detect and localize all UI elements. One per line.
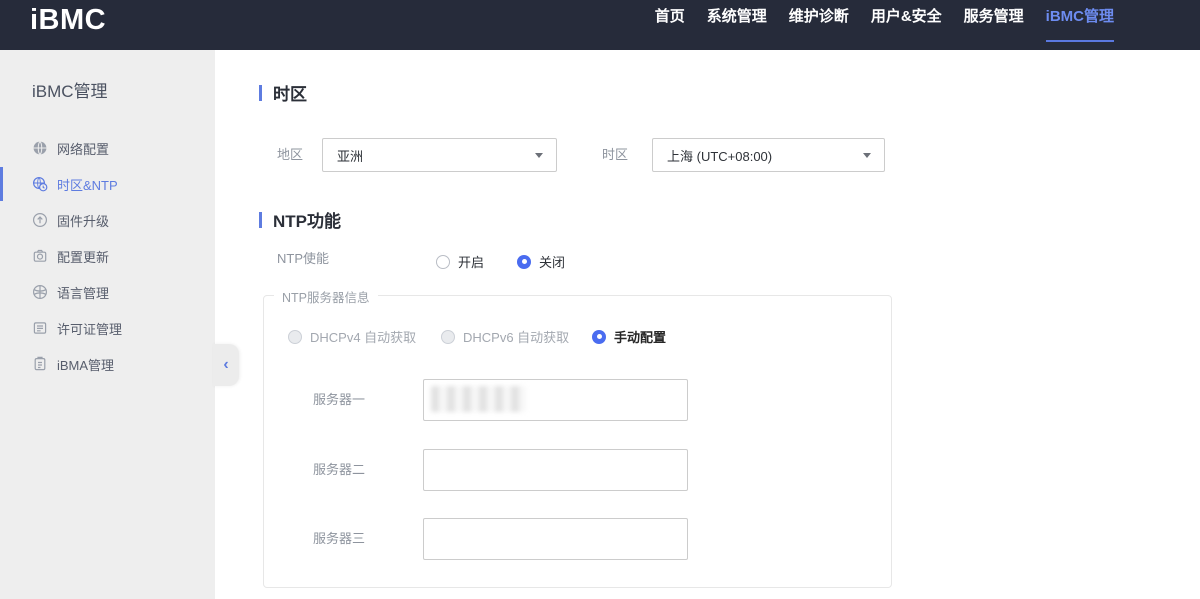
nav-item-user-security[interactable]: 用户&安全 bbox=[871, 0, 942, 50]
sidebar-collapse-button[interactable]: ‹ bbox=[213, 344, 239, 386]
ntp-server-3-input[interactable] bbox=[423, 518, 688, 560]
nav-item-system-management[interactable]: 系统管理 bbox=[707, 0, 767, 50]
dhcpv4-auto-option: DHCPv4 自动获取 bbox=[288, 327, 416, 346]
server-two-label: 服务器二 bbox=[313, 463, 365, 477]
sidebar-item-timezone-ntp[interactable]: 时区&NTP bbox=[0, 166, 215, 202]
timezone-select[interactable]: 上海 (UTC+08:00) bbox=[652, 138, 885, 172]
sidebar-item-language-management[interactable]: 语言管理 bbox=[0, 274, 215, 310]
sidebar-item-firmware-upgrade[interactable]: 固件升级 bbox=[0, 202, 215, 238]
timezone-select-value: 上海 (UTC+08:00) bbox=[667, 146, 772, 165]
ibmc-page: iBMC 首页 系统管理 维护诊断 用户&安全 服务管理 iBMC管理 iBMC… bbox=[0, 0, 1200, 599]
top-navbar: iBMC 首页 系统管理 维护诊断 用户&安全 服务管理 iBMC管理 bbox=[0, 0, 1200, 50]
sidebar-item-label: 配置更新 bbox=[57, 247, 109, 266]
ntp-enable-off-option[interactable]: 关闭 bbox=[517, 252, 565, 271]
ntp-enable-on-label: 开启 bbox=[458, 252, 484, 271]
nav-item-ibmc-management[interactable]: iBMC管理 bbox=[1046, 0, 1114, 50]
region-label: 地区 bbox=[277, 138, 303, 172]
dropdown-caret-icon bbox=[863, 153, 871, 158]
language-globe-icon bbox=[32, 284, 48, 300]
radio-disabled-icon bbox=[288, 330, 302, 344]
timezone-section-title: 时区 bbox=[259, 80, 307, 105]
sidebar-title: iBMC管理 bbox=[32, 77, 215, 102]
ntp-enable-off-label: 关闭 bbox=[539, 252, 565, 271]
server-one-label: 服务器一 bbox=[313, 393, 365, 407]
main-content: 时区 地区 亚洲 时区 上海 (UTC+08:00) NTP功能 NTP使能 开… bbox=[215, 50, 1200, 599]
ibmc-logo[interactable]: iBMC bbox=[30, 2, 106, 38]
chevron-left-icon: ‹ bbox=[223, 356, 228, 374]
timezone-clock-icon bbox=[32, 176, 48, 192]
nav-item-maintenance-diagnostics[interactable]: 维护诊断 bbox=[789, 0, 849, 50]
sidebar-item-config-update[interactable]: 配置更新 bbox=[0, 238, 215, 274]
sidebar-menu: 网络配置 时区&NTP 固件升级 配置更新 bbox=[0, 130, 215, 382]
ntp-server-group-legend: NTP服务器信息 bbox=[274, 287, 378, 306]
clipboard-icon bbox=[32, 356, 48, 372]
sidebar-item-license-management[interactable]: 许可证管理 bbox=[0, 310, 215, 346]
manual-config-label: 手动配置 bbox=[614, 327, 666, 346]
ntp-server-2-input[interactable] bbox=[423, 449, 688, 491]
sidebar-item-label: 许可证管理 bbox=[57, 319, 122, 338]
ntp-enable-on-option[interactable]: 开启 bbox=[436, 252, 484, 271]
redacted-server-value bbox=[431, 386, 526, 412]
radio-unchecked-icon bbox=[436, 255, 450, 269]
dhcpv6-auto-label: DHCPv6 自动获取 bbox=[463, 327, 569, 346]
server-three-label: 服务器三 bbox=[313, 532, 365, 546]
dhcpv4-auto-label: DHCPv4 自动获取 bbox=[310, 327, 416, 346]
sidebar-item-ibma-management[interactable]: iBMA管理 bbox=[0, 346, 215, 382]
sidebar-item-label: iBMA管理 bbox=[57, 355, 114, 374]
region-select-value: 亚洲 bbox=[337, 146, 363, 165]
ntp-server-group: NTP服务器信息 DHCPv4 自动获取 DHCPv6 自动获取 手动配置 服务… bbox=[263, 295, 892, 588]
globe-icon bbox=[32, 140, 48, 156]
ntp-section-title: NTP功能 bbox=[259, 207, 341, 232]
nav-item-service-management[interactable]: 服务管理 bbox=[964, 0, 1024, 50]
sidebar-item-label: 时区&NTP bbox=[57, 175, 118, 194]
firmware-upgrade-icon bbox=[32, 212, 48, 228]
radio-checked-icon bbox=[517, 255, 531, 269]
dhcpv6-auto-option: DHCPv6 自动获取 bbox=[441, 327, 569, 346]
radio-checked-icon bbox=[592, 330, 606, 344]
sidebar-item-label: 语言管理 bbox=[57, 283, 109, 302]
radio-disabled-icon bbox=[441, 330, 455, 344]
timezone-label: 时区 bbox=[602, 138, 628, 172]
sidebar-item-network-config[interactable]: 网络配置 bbox=[0, 130, 215, 166]
sidebar: iBMC管理 网络配置 时区&NTP 固件升级 bbox=[0, 50, 215, 599]
dropdown-caret-icon bbox=[535, 153, 543, 158]
sidebar-item-label: 固件升级 bbox=[57, 211, 109, 230]
region-select[interactable]: 亚洲 bbox=[322, 138, 557, 172]
license-icon bbox=[32, 320, 48, 336]
config-update-icon bbox=[32, 248, 48, 264]
nav-item-home[interactable]: 首页 bbox=[655, 0, 685, 50]
ntp-enable-label: NTP使能 bbox=[277, 252, 329, 266]
sidebar-item-label: 网络配置 bbox=[57, 139, 109, 158]
manual-config-option[interactable]: 手动配置 bbox=[592, 327, 666, 346]
top-nav-menu: 首页 系统管理 维护诊断 用户&安全 服务管理 iBMC管理 bbox=[655, 0, 1114, 50]
